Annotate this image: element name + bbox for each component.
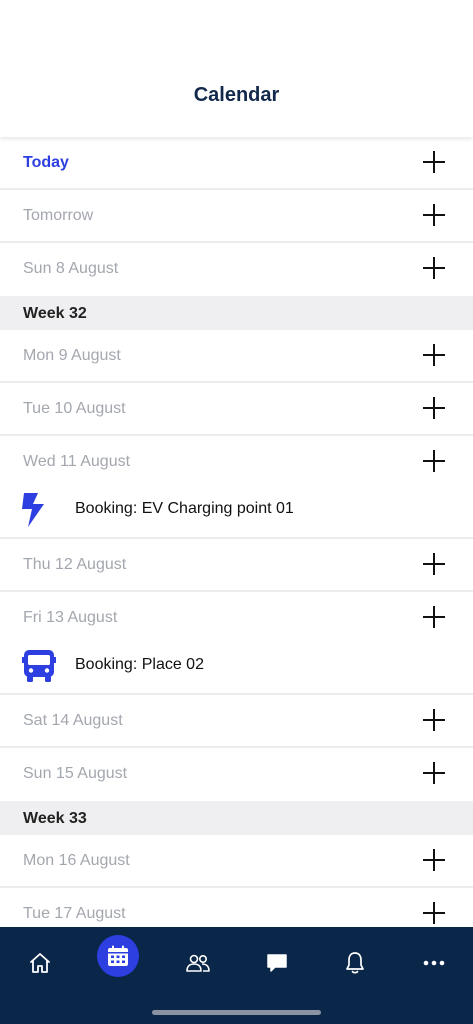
tab-more[interactable] xyxy=(412,941,456,985)
day-row[interactable]: Tomorrow xyxy=(0,190,473,243)
booking-item[interactable]: Booking: Place 02 xyxy=(0,643,473,695)
day-label: Mon 9 August xyxy=(23,347,121,364)
app-header: Calendar xyxy=(0,0,473,137)
day-label: Tomorrow xyxy=(23,207,94,224)
booking-label: Booking: EV Charging point 01 xyxy=(75,500,294,517)
day-label: Tue 10 August xyxy=(23,400,126,417)
add-icon[interactable] xyxy=(423,204,445,226)
add-icon[interactable] xyxy=(423,902,445,924)
add-icon[interactable] xyxy=(423,762,445,784)
tab-people[interactable] xyxy=(176,941,220,985)
home-indicator xyxy=(152,1010,321,1015)
calendar-list[interactable]: Today Tomorrow Sun 8 August Week 32 Mon … xyxy=(0,137,473,939)
add-icon[interactable] xyxy=(423,553,445,575)
day-row[interactable]: Fri 13 August xyxy=(0,592,473,643)
day-label: Tue 17 August xyxy=(23,905,126,922)
lightning-icon xyxy=(22,493,56,527)
tab-messages[interactable] xyxy=(255,941,299,985)
day-row[interactable]: Mon 16 August xyxy=(0,835,473,888)
tab-bar xyxy=(0,927,473,1024)
day-label: Sun 15 August xyxy=(23,765,128,782)
day-label: Today xyxy=(23,154,69,171)
bus-icon xyxy=(22,649,56,683)
add-icon[interactable] xyxy=(423,849,445,871)
day-row-today[interactable]: Today xyxy=(0,137,473,190)
add-icon[interactable] xyxy=(423,397,445,419)
booking-item[interactable]: Booking: EV Charging point 01 xyxy=(0,487,473,539)
day-row[interactable]: Thu 12 August xyxy=(0,539,473,592)
day-row[interactable]: Sat 14 August xyxy=(0,695,473,748)
week-header: Week 32 xyxy=(0,296,473,330)
day-row[interactable]: Wed 11 August xyxy=(0,436,473,487)
day-label: Sat 14 August xyxy=(23,712,123,729)
day-row[interactable]: Sun 15 August xyxy=(0,748,473,801)
week-header: Week 33 xyxy=(0,801,473,835)
day-row[interactable]: Tue 10 August xyxy=(0,383,473,436)
add-icon[interactable] xyxy=(423,344,445,366)
add-icon[interactable] xyxy=(423,151,445,173)
add-icon[interactable] xyxy=(423,606,445,628)
tab-notifications[interactable] xyxy=(333,941,377,985)
day-label: Wed 11 August xyxy=(23,453,131,470)
tab-calendar[interactable] xyxy=(97,935,139,977)
week-label: Week 33 xyxy=(23,810,87,827)
tab-home[interactable] xyxy=(18,941,62,985)
day-label: Mon 16 August xyxy=(23,852,130,869)
day-label: Sun 8 August xyxy=(23,260,119,277)
week-label: Week 32 xyxy=(23,305,87,322)
add-icon[interactable] xyxy=(423,709,445,731)
add-icon[interactable] xyxy=(423,450,445,472)
add-icon[interactable] xyxy=(423,257,445,279)
page-title: Calendar xyxy=(193,84,280,106)
day-row[interactable]: Mon 9 August xyxy=(0,330,473,383)
day-label: Thu 12 August xyxy=(23,556,127,573)
day-row[interactable]: Sun 8 August xyxy=(0,243,473,296)
booking-label: Booking: Place 02 xyxy=(75,656,204,673)
day-label: Fri 13 August xyxy=(23,609,118,626)
